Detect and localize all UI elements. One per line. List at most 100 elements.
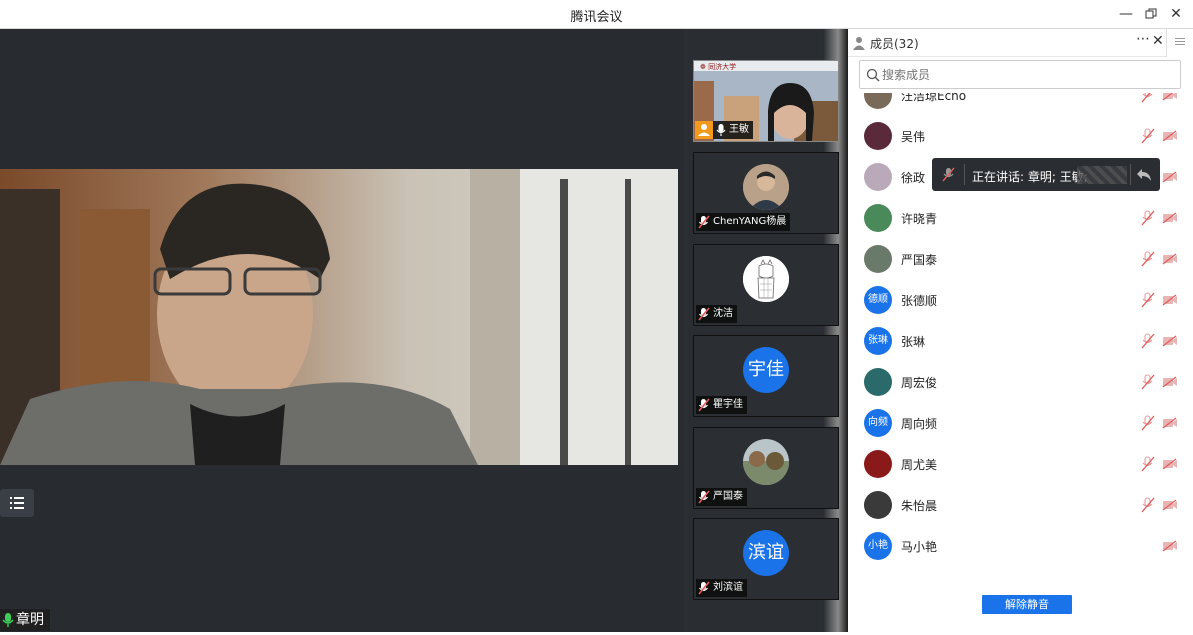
camera-off-icon[interactable]	[1162, 212, 1178, 224]
member-name: 马小艳	[901, 540, 938, 554]
speaker-video	[0, 169, 678, 465]
member-name: 许晓青	[901, 212, 938, 226]
menu-icon	[1175, 38, 1185, 39]
participant-thumb[interactable]: ChenYANG杨晨	[693, 152, 839, 234]
more-options-icon[interactable]: ⋯	[1136, 31, 1150, 47]
member-name: 周向频	[901, 417, 938, 431]
participant-thumb[interactable]: 宇佳 瞿宇佳	[693, 335, 839, 417]
member-name: 吴伟	[901, 130, 926, 144]
participant-name-tag: ChenYANG杨晨	[696, 213, 791, 231]
camera-off-icon[interactable]	[1162, 540, 1178, 552]
mic-on-icon	[716, 124, 726, 136]
member-name: 张琳	[901, 335, 926, 349]
avatar	[864, 368, 892, 396]
mic-muted-icon[interactable]	[1141, 292, 1155, 308]
participant-name: 瞿宇佳	[713, 399, 743, 410]
avatar: 小艳	[864, 532, 892, 560]
mic-muted-icon[interactable]	[1141, 93, 1155, 103]
list-icon	[10, 497, 24, 509]
search-icon	[866, 68, 880, 82]
member-row[interactable]: 小艳 马小艳	[848, 526, 1180, 567]
camera-off-icon[interactable]	[1162, 253, 1178, 265]
speaker-name-tag: 章明	[0, 609, 50, 631]
member-row[interactable]: 周宏俊	[848, 362, 1180, 403]
avatar: 宇佳	[743, 347, 789, 393]
members-title: 成员(32)	[870, 37, 919, 51]
member-row[interactable]: 严国泰	[848, 239, 1180, 280]
mic-muted-icon	[698, 398, 710, 412]
participant-thumb[interactable]: 滨谊 刘滨谊	[693, 518, 839, 600]
mic-muted-icon[interactable]	[1141, 210, 1155, 226]
avatar	[864, 245, 892, 273]
unmute-button[interactable]: 解除静音	[982, 595, 1072, 614]
participant-thumb[interactable]: 沈洁	[693, 244, 839, 326]
person-icon	[853, 37, 865, 50]
participant-name: 严国泰	[713, 491, 743, 502]
member-row[interactable]: 许晓青	[848, 198, 1180, 239]
participant-thumb[interactable]: 严国泰	[693, 427, 839, 509]
member-list-toggle-button[interactable]	[0, 489, 34, 517]
camera-off-icon[interactable]	[1162, 458, 1178, 470]
avatar	[864, 163, 892, 191]
svg-text:❁ 同济大学: ❁ 同济大学	[700, 62, 736, 71]
host-icon	[695, 121, 713, 139]
participant-name: 王敏	[729, 124, 749, 135]
avatar: 向频	[864, 409, 892, 437]
camera-off-icon[interactable]	[1162, 499, 1178, 511]
search-input[interactable]	[882, 65, 1172, 85]
avatar	[864, 122, 892, 150]
minimize-icon[interactable]: —	[1116, 4, 1136, 24]
member-row[interactable]: 张琳 张琳	[848, 321, 1180, 362]
return-icon[interactable]	[1136, 168, 1152, 182]
search-box[interactable]	[859, 60, 1181, 89]
avatar: 滨谊	[743, 530, 789, 576]
participant-thumbnail-strip[interactable]: ❁ 同济大学 王敏 ChenYANG杨晨 沈洁 宇佳 瞿宇佳 严国泰 滨谊 刘滨…	[684, 29, 848, 632]
avatar: 德顺	[864, 286, 892, 314]
mic-muted-icon	[942, 167, 955, 182]
mic-muted-icon	[698, 215, 710, 229]
member-name: 汪洁琼Echo	[901, 93, 967, 103]
camera-off-icon[interactable]	[1162, 130, 1178, 142]
restore-icon[interactable]	[1141, 4, 1161, 24]
participant-name: 沈洁	[713, 308, 733, 319]
panel-menu-button[interactable]	[1166, 29, 1193, 57]
camera-off-icon[interactable]	[1162, 417, 1178, 429]
member-row[interactable]: 向频 周向频	[848, 403, 1180, 444]
close-window-icon[interactable]: ✕	[1166, 4, 1186, 24]
mic-muted-icon[interactable]	[1141, 415, 1155, 431]
mic-muted-icon[interactable]	[1141, 333, 1155, 349]
mic-muted-icon[interactable]	[1141, 497, 1155, 513]
camera-off-icon[interactable]	[1162, 376, 1178, 388]
mic-muted-icon[interactable]	[1141, 128, 1155, 144]
camera-off-icon[interactable]	[1162, 294, 1178, 306]
participant-name: ChenYANG杨晨	[713, 216, 787, 227]
member-name: 张德顺	[901, 294, 938, 308]
mic-muted-icon	[698, 490, 710, 504]
participant-name: 刘滨谊	[713, 582, 743, 593]
member-row[interactable]: 德顺 张德顺	[848, 280, 1180, 321]
participant-name-tag: 沈洁	[696, 305, 737, 323]
camera-off-icon[interactable]	[1162, 335, 1178, 347]
speaker-name: 章明	[16, 612, 44, 628]
member-row[interactable]: 汪洁琼Echo	[848, 93, 1180, 116]
participant-name-tag: 王敏	[695, 121, 753, 139]
member-name: 周宏俊	[901, 376, 938, 390]
participant-thumb[interactable]: ❁ 同济大学 王敏	[693, 60, 839, 142]
camera-off-icon[interactable]	[1162, 171, 1178, 183]
speaking-tooltip: 正在讲话: 章明; 王敏;	[932, 158, 1160, 191]
camera-off-icon[interactable]	[1162, 93, 1178, 101]
participant-name-tag: 瞿宇佳	[696, 396, 747, 414]
mic-muted-icon[interactable]	[1141, 374, 1155, 390]
member-row[interactable]: 吴伟	[848, 116, 1180, 157]
mic-muted-icon[interactable]	[1141, 456, 1155, 472]
member-row[interactable]: 朱怡晨	[848, 485, 1180, 526]
participant-name-tag: 刘滨谊	[696, 579, 747, 597]
close-panel-icon[interactable]: ✕	[1152, 33, 1164, 49]
window-title: 腾讯会议	[570, 10, 623, 25]
avatar	[743, 256, 789, 302]
member-name: 徐政	[901, 171, 926, 185]
avatar	[864, 204, 892, 232]
member-row[interactable]: 周尤美	[848, 444, 1180, 485]
mic-muted-icon[interactable]	[1141, 251, 1155, 267]
avatar	[864, 93, 892, 109]
